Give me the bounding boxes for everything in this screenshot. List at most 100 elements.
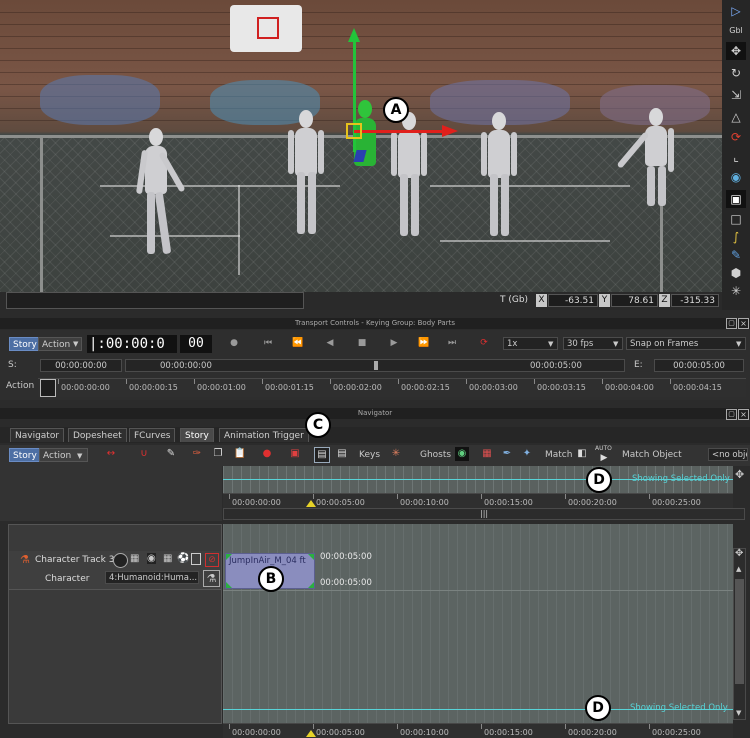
- cube-view-icon[interactable]: ▣: [726, 190, 746, 208]
- story-mode-button[interactable]: Story: [9, 337, 41, 351]
- scale-tool-icon[interactable]: ⇲: [726, 86, 746, 104]
- record-icon[interactable]: ●: [228, 338, 240, 348]
- x-coord-field[interactable]: -63.51: [548, 294, 598, 307]
- character-figure[interactable]: [288, 110, 332, 245]
- go-to-start-icon[interactable]: ⏮: [262, 338, 274, 348]
- global-space-toggle[interactable]: Gbl: [726, 22, 746, 40]
- timecode-display[interactable]: |:00:00:0: [87, 335, 177, 353]
- ghost-pen-icon[interactable]: ✒: [500, 447, 514, 461]
- ik-handle-icon[interactable]: ⟳: [726, 128, 746, 146]
- magnet-icon[interactable]: ∪: [137, 447, 151, 461]
- plot-to-character-icon[interactable]: ▤: [335, 447, 349, 461]
- 3d-viewport[interactable]: [0, 0, 722, 292]
- clip-corner-handle[interactable]: [226, 554, 232, 560]
- scroll-thumb[interactable]: [735, 579, 744, 684]
- tab-dopesheet[interactable]: Dopesheet: [68, 428, 127, 442]
- start-time-field[interactable]: 00:00:00:00: [40, 359, 122, 372]
- rotate-tool-icon[interactable]: ↻: [726, 64, 746, 82]
- track-options-icon[interactable]: ▦: [163, 553, 172, 564]
- play-icon[interactable]: ▶: [388, 338, 400, 348]
- save-clip-icon[interactable]: ▣: [288, 447, 302, 461]
- track-vertical-scrollbar[interactable]: ▲ ▼: [733, 548, 746, 720]
- keys-icon[interactable]: ✳: [389, 447, 403, 461]
- story-horizontal-scrollbar[interactable]: |||: [223, 508, 745, 520]
- z-coord-field[interactable]: -315.33: [671, 294, 719, 307]
- translate-tool-icon[interactable]: ✥: [726, 42, 746, 60]
- pivot-tool-icon[interactable]: △: [726, 108, 746, 126]
- track-key-icon[interactable]: ⚽: [177, 553, 189, 564]
- light-tool-icon[interactable]: ✳: [726, 282, 746, 300]
- character-figure[interactable]: [481, 112, 525, 242]
- panel-close-icon[interactable]: ×: [738, 318, 749, 329]
- snap-dropdown[interactable]: Snap on Frames: [626, 337, 746, 350]
- timeline-current-marker[interactable]: [306, 730, 316, 737]
- axis-tool-icon[interactable]: ⌞: [726, 148, 746, 166]
- edit-pencil-icon[interactable]: ✎: [164, 447, 178, 461]
- tab-navigator[interactable]: Navigator: [10, 428, 65, 442]
- previous-key-icon[interactable]: ⏪: [292, 338, 304, 348]
- timeline-current-marker[interactable]: [306, 500, 316, 507]
- shape-tool-icon[interactable]: ⬢: [726, 264, 746, 282]
- track-frame-icon[interactable]: [191, 553, 201, 565]
- story-time-ruler[interactable]: 00:00:00:00 00:00:05:00 00:00:10:00 00:00:1…: [223, 493, 733, 509]
- scroll-down-arrow-icon[interactable]: ▼: [736, 709, 741, 717]
- ghost-eye-icon[interactable]: ◉: [455, 447, 469, 461]
- go-to-end-icon[interactable]: ⏭: [446, 338, 458, 348]
- clip-corner-handle[interactable]: [308, 554, 314, 560]
- plot-to-track-icon[interactable]: ▤: [314, 447, 330, 463]
- panel-float-icon[interactable]: ▢: [726, 409, 737, 420]
- copy-icon[interactable]: ❐: [211, 447, 225, 461]
- manipulator-plane-handle[interactable]: [346, 123, 362, 139]
- tab-animation-trigger[interactable]: Animation Trigger: [219, 428, 309, 442]
- character-figure[interactable]: [616, 108, 680, 208]
- scrollbar-grip-icon[interactable]: |||: [480, 509, 488, 518]
- track-visibility-eye-icon[interactable]: ◉: [147, 553, 156, 564]
- end-time-field[interactable]: 00:00:05:00: [654, 359, 744, 372]
- track-filter-icon[interactable]: ▦: [130, 553, 139, 564]
- paste-icon[interactable]: 📋: [233, 447, 247, 461]
- track-solo-icon[interactable]: [113, 553, 128, 568]
- loop-icon[interactable]: ⟳: [478, 338, 490, 348]
- track-mute-icon[interactable]: ⊘: [205, 553, 219, 567]
- cube-outline-icon[interactable]: □: [726, 210, 746, 228]
- playhead-marker[interactable]: [40, 379, 56, 397]
- brush-icon[interactable]: ✑: [190, 447, 204, 461]
- character-figure[interactable]: [135, 128, 186, 292]
- record-clip-icon[interactable]: ●: [260, 447, 274, 461]
- story-filter-button[interactable]: Story: [9, 448, 41, 462]
- ghost-grid-icon[interactable]: ▦: [480, 447, 494, 461]
- pan-icon[interactable]: ✥: [735, 468, 744, 481]
- stop-icon[interactable]: ■: [356, 338, 368, 348]
- panel-float-icon[interactable]: ▢: [726, 318, 737, 329]
- clip-corner-handle[interactable]: [226, 582, 232, 588]
- pan-icon[interactable]: ✥: [735, 548, 743, 559]
- transport-time-ruler[interactable]: 00:00:00:00 00:00:00:15 00:00:01:00 00:00:0…: [38, 378, 746, 397]
- play-reverse-icon[interactable]: ◀: [324, 338, 336, 348]
- paint-tool-icon[interactable]: ✎: [726, 246, 746, 264]
- manipulator-z-handle[interactable]: [353, 150, 367, 162]
- scroll-up-arrow-icon[interactable]: ▲: [736, 565, 741, 573]
- character-track-header[interactable]: ⚗ Character Track 3 ▦ ◉ ▦ ⚽ ⊘ Character …: [9, 551, 221, 590]
- y-coord-field[interactable]: 78.61: [611, 294, 658, 307]
- track-name[interactable]: Character Track 3: [35, 555, 114, 565]
- clip-corner-handle[interactable]: [308, 582, 314, 588]
- tab-fcurves[interactable]: FCurves: [129, 428, 176, 442]
- time-slider-thumb[interactable]: [374, 361, 378, 370]
- frame-display[interactable]: 00: [180, 335, 212, 353]
- panel-close-icon[interactable]: ×: [738, 409, 749, 420]
- next-key-icon[interactable]: ⏩: [418, 338, 430, 348]
- manipulator-x-arrowhead[interactable]: [442, 125, 458, 137]
- path-tool-icon[interactable]: ∫: [726, 228, 746, 246]
- manipulator-y-arrowhead[interactable]: [348, 28, 360, 42]
- match-icon[interactable]: ◧: [575, 447, 589, 461]
- match-object-field[interactable]: <no obje: [708, 448, 748, 461]
- select-arrow-icon[interactable]: ▷: [726, 2, 746, 20]
- character-pose-icon[interactable]: ⚗: [203, 570, 220, 587]
- character-dropdown[interactable]: 4:Humanoid:Huma...: [105, 571, 199, 584]
- tab-story[interactable]: Story: [180, 428, 214, 442]
- story-bottom-time-ruler[interactable]: 00:00:00:00 00:00:05:00 00:00:10:00 00:00:1…: [223, 723, 733, 738]
- globe-icon[interactable]: ◉: [726, 168, 746, 186]
- manipulator-x-axis[interactable]: [354, 130, 444, 133]
- split-clip-icon[interactable]: ↔: [104, 447, 118, 461]
- auto-match-icon[interactable]: ▶: [597, 451, 611, 465]
